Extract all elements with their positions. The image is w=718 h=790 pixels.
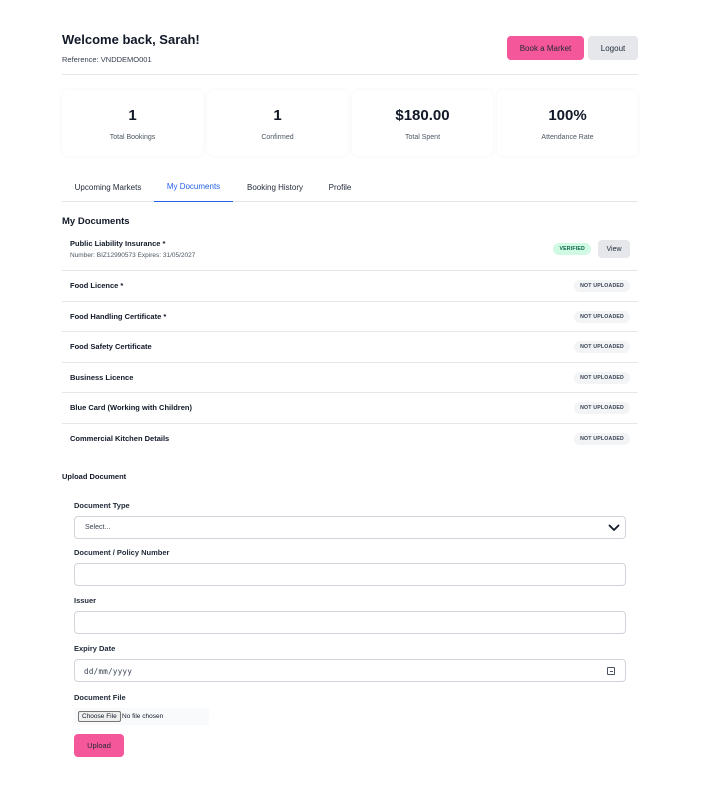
chevron-down-icon: [608, 524, 620, 531]
file-status: No file chosen: [122, 713, 164, 720]
document-file-label: Document File: [74, 693, 126, 702]
choose-file-button[interactable]: Choose File: [78, 711, 121, 722]
list-item: Food Safety Certificate NOT UPLOADED: [62, 332, 638, 363]
stat-label: Total Bookings: [109, 134, 156, 141]
list-item: Business Licence NOT UPLOADED: [62, 363, 638, 393]
status-badge: NOT UPLOADED: [574, 310, 630, 323]
expiry-date-label: Expiry Date: [74, 644, 116, 653]
book-market-button[interactable]: Book a Market: [507, 36, 584, 60]
documents-list: Public Liability Insurance * Number: BIZ…: [62, 232, 638, 454]
date-placeholder: dd/mm/yyyy: [84, 667, 133, 676]
document-name: Food Licence *: [70, 281, 124, 290]
stat-label: Total Spent: [404, 134, 441, 141]
logout-button[interactable]: Logout: [588, 36, 638, 60]
document-name: Food Handling Certificate *: [70, 311, 167, 321]
tab-upcoming-markets[interactable]: Upcoming Markets: [62, 172, 154, 202]
status-badge: NOT UPLOADED: [574, 371, 630, 384]
policy-number-input[interactable]: [74, 563, 626, 586]
status-badge: NOT UPLOADED: [574, 280, 630, 292]
upload-button[interactable]: Upload: [74, 734, 124, 757]
stat-value: 100%: [548, 107, 587, 124]
tab-profile[interactable]: Profile: [317, 172, 363, 202]
issuer-input[interactable]: [74, 611, 626, 634]
document-name: Commercial Kitchen Details: [70, 433, 170, 443]
stat-value: $180.00: [395, 107, 450, 124]
stats-row: 1 Total Bookings 1 Confirmed $180.00 Tot…: [62, 90, 638, 156]
list-item: Food Licence * NOT UPLOADED: [62, 271, 638, 302]
stat-value: 1: [128, 107, 137, 124]
status-badge: NOT UPLOADED: [574, 432, 630, 445]
stat-label: Confirmed: [261, 134, 294, 141]
list-item: Blue Card (Working with Children) NOT UP…: [62, 393, 638, 424]
document-type-select[interactable]: Select...: [74, 516, 626, 539]
list-item: Food Handling Certificate * NOT UPLOADED: [62, 302, 638, 332]
expiry-date-input[interactable]: dd/mm/yyyy: [74, 659, 626, 682]
stat-total-bookings: 1 Total Bookings: [62, 90, 203, 156]
vendor-reference: Reference: VNDDEMO001: [62, 55, 152, 64]
issuer-label: Issuer: [74, 596, 97, 605]
calendar-icon[interactable]: [607, 667, 615, 675]
documents-section-title: My Documents: [62, 216, 130, 227]
tab-my-documents[interactable]: My Documents: [154, 172, 233, 202]
list-item: Commercial Kitchen Details NOT UPLOADED: [62, 424, 638, 455]
stat-total-spent: $180.00 Total Spent: [352, 90, 493, 156]
stat-label: Attendance Rate: [541, 134, 594, 141]
tab-bar: Upcoming Markets My Documents Booking Hi…: [62, 172, 638, 202]
stat-value: 1: [273, 107, 282, 124]
view-document-button[interactable]: View: [598, 240, 630, 258]
document-name: Business Licence: [70, 372, 134, 382]
document-type-label: Document Type: [74, 501, 130, 510]
stat-attendance-rate: 100% Attendance Rate: [497, 90, 638, 156]
file-picker: Choose File No file chosen: [74, 708, 209, 725]
status-badge: NOT UPLOADED: [574, 402, 630, 414]
dashboard-header: Welcome back, Sarah! Reference: VNDDEMO0…: [62, 32, 638, 75]
document-name: Food Safety Certificate: [70, 342, 152, 351]
document-details: Number: BIZ12990573 Expires: 31/05/2027: [70, 252, 196, 259]
select-value: Select...: [85, 524, 111, 531]
document-name: Blue Card (Working with Children): [70, 403, 192, 412]
tab-booking-history[interactable]: Booking History: [233, 172, 317, 202]
welcome-heading: Welcome back, Sarah!: [62, 32, 200, 47]
policy-number-label: Document / Policy Number: [74, 548, 170, 557]
document-name: Public Liability Insurance *: [70, 239, 166, 248]
upload-section-title: Upload Document: [62, 472, 127, 481]
status-badge: NOT UPLOADED: [574, 341, 630, 353]
status-badge: VERIFIED: [553, 243, 591, 255]
list-item: Public Liability Insurance * Number: BIZ…: [62, 232, 638, 271]
stat-confirmed: 1 Confirmed: [207, 90, 348, 156]
